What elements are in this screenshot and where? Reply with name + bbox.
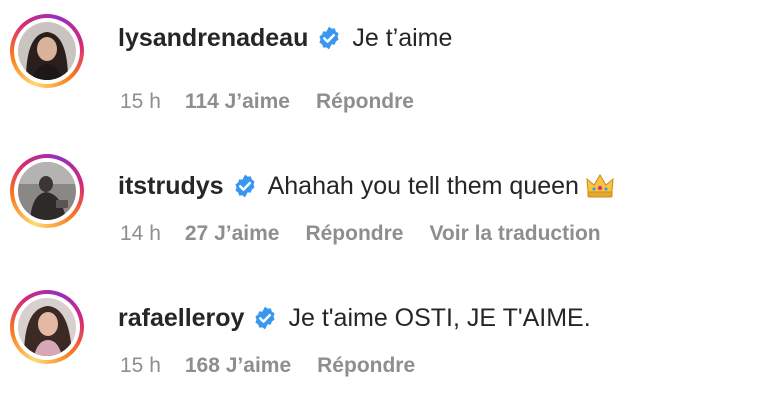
comment-timestamp[interactable]: 14 h xyxy=(120,222,161,246)
username-link[interactable]: itstrudys xyxy=(118,170,224,202)
comment-timestamp[interactable]: 15 h xyxy=(120,354,161,378)
comment-text: Je t’aime xyxy=(352,24,453,52)
crown-icon xyxy=(585,172,615,200)
comment-item: itstrudys Ahahah you tell them queen 14 … xyxy=(0,132,784,262)
likes-count-button[interactable]: 27 J’aime xyxy=(185,222,280,246)
see-translation-button[interactable]: Voir la traduction xyxy=(429,222,600,246)
username-link[interactable]: rafaelleroy xyxy=(118,302,244,334)
comment-item: lysandrenadeau Je t’aime 15 h 114 J’aime… xyxy=(0,0,784,130)
comments-list: lysandrenadeau Je t’aime 15 h 114 J’aime… xyxy=(0,0,784,412)
likes-count-button[interactable]: 114 J’aime xyxy=(185,90,290,114)
verified-badge-icon xyxy=(252,305,278,331)
avatar[interactable] xyxy=(10,154,84,228)
verified-badge-icon xyxy=(316,25,342,51)
comment-text: Ahahah you tell them queen xyxy=(267,172,579,200)
avatar[interactable] xyxy=(10,290,84,364)
profile-photo xyxy=(18,162,76,220)
comment-text: Je t'aime OSTI, JE T'AIME. xyxy=(288,304,591,332)
profile-photo xyxy=(18,22,76,80)
comment-timestamp[interactable]: 15 h xyxy=(120,90,161,114)
username-link[interactable]: lysandrenadeau xyxy=(118,22,308,54)
reply-button[interactable]: Répondre xyxy=(316,90,414,114)
likes-count-button[interactable]: 168 J’aime xyxy=(185,354,291,378)
profile-photo xyxy=(18,298,76,356)
reply-button[interactable]: Répondre xyxy=(317,354,415,378)
avatar[interactable] xyxy=(10,14,84,88)
reply-button[interactable]: Répondre xyxy=(305,222,403,246)
comment-item: rafaelleroy Je t'aime OSTI, JE T'AIME. 1… xyxy=(0,264,784,394)
verified-badge-icon xyxy=(232,173,258,199)
